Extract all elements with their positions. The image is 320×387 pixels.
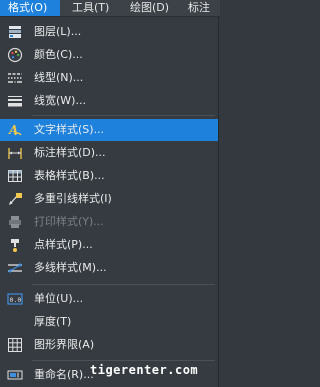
linetype-icon: [7, 70, 23, 86]
menu-item-dim-style-label: 标注样式(D)...: [34, 146, 106, 159]
menu-item-layer[interactable]: 图层(L)...: [0, 21, 218, 43]
svg-text:A: A: [8, 123, 18, 137]
menu-item-linetype-label: 线型(N)...: [34, 71, 84, 84]
menu-item-mline-style-label: 多线样式(M)...: [34, 261, 107, 274]
multileader-style-icon: [7, 191, 23, 207]
palette-icon: [7, 47, 23, 63]
svg-text:0.0: 0.0: [10, 296, 22, 304]
menu-item-mleader-style[interactable]: 多重引线样式(I): [0, 188, 218, 210]
menu-item-layer-label: 图层(L)...: [34, 25, 82, 38]
menu-item-text-style[interactable]: A 文字样式(S)...: [0, 119, 218, 141]
menu-item-mleader-style-label: 多重引线样式(I): [34, 192, 112, 205]
menu-item-thickness-label: 厚度(T): [34, 315, 72, 328]
lineweight-icon: [7, 93, 23, 109]
menu-item-color[interactable]: 颜色(C)...: [0, 44, 218, 66]
separator: [32, 284, 215, 285]
menu-item-plot-style-label: 打印样式(Y)...: [34, 215, 104, 228]
menu-item-text-style-label: 文字样式(S)...: [34, 123, 105, 136]
menu-format[interactable]: 格式(O): [0, 0, 60, 16]
menu-item-rename-label: 重命名(R)...: [34, 368, 94, 381]
units-icon: 0.0: [7, 291, 23, 307]
menu-draw[interactable]: 绘图(D): [130, 0, 169, 16]
table-style-icon: [7, 168, 23, 184]
dimension-style-icon: [7, 145, 23, 161]
menu-item-color-label: 颜色(C)...: [34, 48, 83, 61]
menu-item-mline-style[interactable]: 多线样式(M)...: [0, 257, 218, 279]
menu-item-linetype[interactable]: 线型(N)...: [0, 67, 218, 89]
separator: [32, 115, 215, 116]
menu-bar: 格式(O) 工具(T) 绘图(D) 标注: [0, 0, 220, 17]
point-style-icon: [7, 237, 23, 253]
plot-style-icon: [7, 214, 23, 230]
menu-tools[interactable]: 工具(T): [72, 0, 109, 16]
rename-icon: [7, 367, 23, 383]
menu-item-lineweight-label: 线宽(W)...: [34, 94, 86, 107]
separator: [32, 360, 215, 361]
layer-icon: [7, 24, 23, 40]
menu-item-thickness[interactable]: 厚度(T): [0, 311, 218, 333]
menu-item-limits-label: 图形界限(A): [34, 338, 95, 351]
drawing-limits-icon: [7, 337, 23, 353]
menu-dimension[interactable]: 标注: [188, 0, 210, 16]
menu-item-point-style-label: 点样式(P)...: [34, 238, 93, 251]
menu-item-units[interactable]: 0.0 单位(U)...: [0, 288, 218, 310]
text-style-icon: A: [7, 122, 23, 138]
menu-item-limits[interactable]: 图形界限(A): [0, 334, 218, 356]
menu-item-dim-style[interactable]: 标注样式(D)...: [0, 142, 218, 164]
format-dropdown-menu: 图层(L)... 颜色(C)... 线型(N)... 线宽(W)... A 文字…: [0, 17, 219, 387]
watermark-text: tigerenter.com: [90, 363, 199, 377]
menu-item-lineweight[interactable]: 线宽(W)...: [0, 90, 218, 112]
multiline-style-icon: [7, 260, 23, 276]
menu-item-plot-style[interactable]: 打印样式(Y)...: [0, 211, 218, 233]
menu-item-units-label: 单位(U)...: [34, 292, 84, 305]
menu-item-point-style[interactable]: 点样式(P)...: [0, 234, 218, 256]
menu-item-table-style[interactable]: 表格样式(B)...: [0, 165, 218, 187]
menu-item-table-style-label: 表格样式(B)...: [34, 169, 105, 182]
